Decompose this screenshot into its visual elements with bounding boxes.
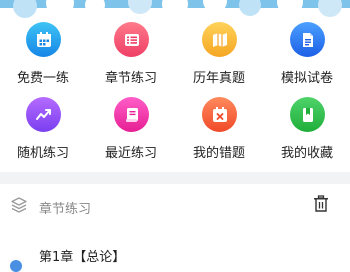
calendar-icon: [26, 22, 61, 57]
section-header: 章节练习: [0, 184, 350, 228]
tile-label: 我的错题: [192, 146, 245, 161]
chapter-list-item[interactable]: 第1章【总论】: [0, 238, 350, 272]
trend-icon: [26, 97, 61, 132]
tile-chapter-practice[interactable]: 章节练习: [88, 22, 174, 100]
layers-icon: [11, 197, 27, 213]
tile-label: 随机练习: [16, 146, 69, 161]
tile-label: 章节练习: [104, 71, 157, 86]
tile-past-exams[interactable]: 历年真题: [176, 22, 262, 100]
tile-random-practice[interactable]: 随机练习: [0, 97, 86, 175]
tile-label: 最近练习: [104, 146, 157, 161]
trash-icon[interactable]: [313, 195, 329, 213]
chapter-marker-icon: [10, 260, 22, 272]
bookmark-icon: [290, 97, 325, 132]
tile-label: 我的收藏: [280, 146, 333, 161]
tile-label: 历年真题: [192, 71, 245, 86]
tile-my-favorites[interactable]: 我的收藏: [264, 97, 350, 175]
book-icon: [114, 97, 149, 132]
chapter-title: 第1章【总论】: [39, 250, 126, 265]
tile-free-practice[interactable]: 免费一练: [0, 22, 86, 100]
feature-grid: 免费一练 章节练习 历年真题 模拟试卷 随机练习 最近练习 我的错题 我的收藏: [0, 0, 350, 172]
tile-label: 模拟试卷: [280, 71, 333, 86]
tile-recent-practice[interactable]: 最近练习: [88, 97, 174, 175]
list-icon: [114, 22, 149, 57]
tile-my-mistakes[interactable]: 我的错题: [176, 97, 262, 175]
section-divider: [0, 172, 350, 184]
document-icon: [290, 22, 325, 57]
tile-label: 免费一练: [16, 71, 69, 86]
error-calendar-icon: [202, 97, 237, 132]
section-title: 章节练习: [39, 202, 92, 217]
tile-mock-exam[interactable]: 模拟试卷: [264, 22, 350, 100]
map-icon: [202, 22, 237, 57]
